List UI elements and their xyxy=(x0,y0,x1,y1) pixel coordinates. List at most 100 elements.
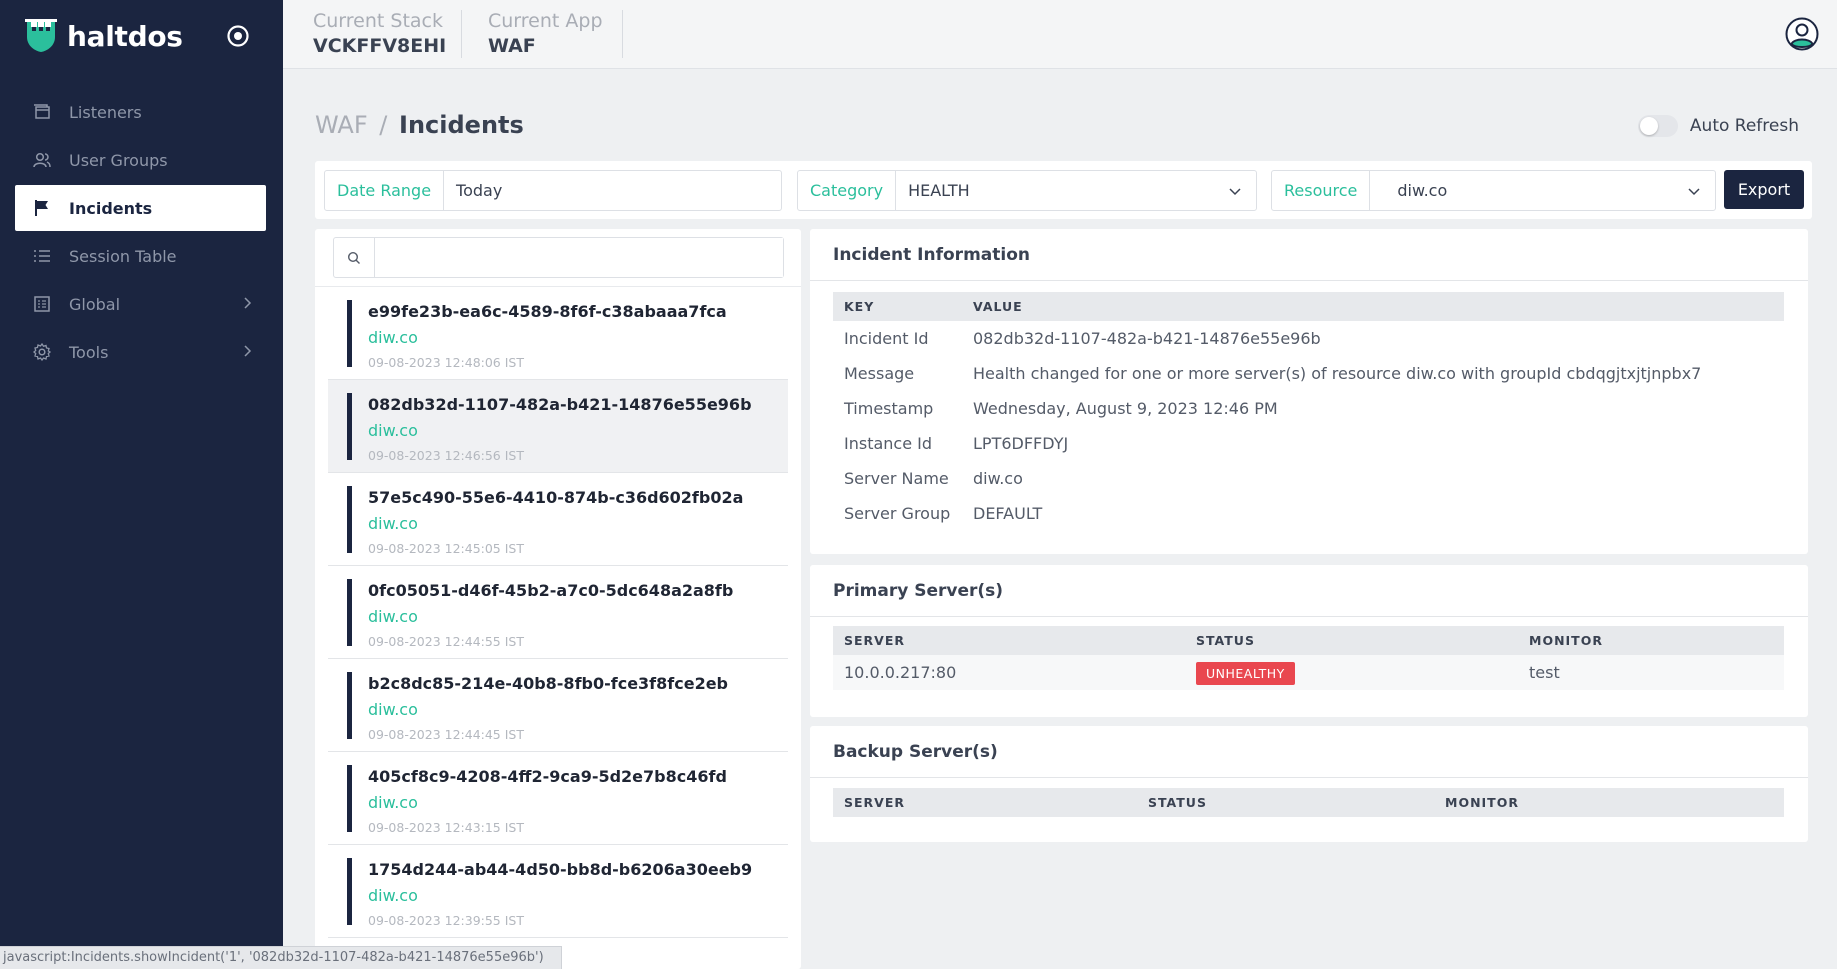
incident-marker xyxy=(347,486,352,553)
top-divider xyxy=(622,10,623,58)
incident-resource: diw.co xyxy=(368,607,418,626)
filter-bar: Date Range Today Category HEALTH Resourc… xyxy=(315,161,1812,219)
sidebar-item-tools[interactable]: Tools xyxy=(15,329,266,375)
incident-list-item[interactable]: 0fc05051-d46f-45b2-a7c0-5dc648a2a8fb diw… xyxy=(328,566,788,659)
incident-id: 0fc05051-d46f-45b2-a7c0-5dc648a2a8fb xyxy=(368,581,734,600)
incident-marker xyxy=(347,300,352,367)
search-icon xyxy=(334,238,375,277)
incident-resource: diw.co xyxy=(368,886,418,905)
status-column-header: STATUS xyxy=(1148,795,1207,810)
resource-filter[interactable]: Resource diw.co xyxy=(1271,170,1716,211)
grid-icon xyxy=(33,295,51,313)
search-input[interactable] xyxy=(375,238,783,277)
brand-name: haltdos xyxy=(67,19,183,53)
incident-timestamp: 09-08-2023 12:39:55 IST xyxy=(368,913,524,928)
users-icon xyxy=(33,151,51,169)
date-range-label: Date Range xyxy=(325,171,445,210)
backup-servers-title: Backup Server(s) xyxy=(810,726,1808,778)
category-filter[interactable]: Category HEALTH xyxy=(797,170,1257,211)
page-title: Incidents xyxy=(399,111,524,139)
primary-servers-panel: Primary Server(s) SERVER STATUS MONITOR … xyxy=(810,565,1808,717)
incident-resource: diw.co xyxy=(368,514,418,533)
incident-list-item[interactable]: 1754d244-ab44-4d50-bb8d-b6206a30eeb9 diw… xyxy=(328,845,788,938)
table-row: Server Group DEFAULT xyxy=(833,496,1784,531)
brand-logo[interactable]: haltdos xyxy=(25,18,183,54)
incident-id: 1754d244-ab44-4d50-bb8d-b6206a30eeb9 xyxy=(368,860,753,879)
incident-id: b2c8dc85-214e-40b8-8fb0-fce3f8fce2eb xyxy=(368,674,729,693)
date-range-value[interactable]: Today xyxy=(444,181,781,200)
incident-list-item[interactable]: e99fe23b-ea6c-4589-8f6f-c38abaaa7fca diw… xyxy=(328,287,788,380)
row-value: DEFAULT xyxy=(973,504,1043,523)
row-value: Wednesday, August 9, 2023 12:46 PM xyxy=(973,399,1278,418)
auto-refresh-toggle[interactable] xyxy=(1637,115,1678,137)
incident-timestamp: 09-08-2023 12:43:15 IST xyxy=(368,820,524,835)
backup-servers-panel: Backup Server(s) SERVER STATUS MONITOR xyxy=(810,726,1808,842)
monitor-name: test xyxy=(1529,663,1560,682)
row-key: Server Name xyxy=(844,469,949,488)
sidebar-nav: Listeners User Groups Incidents Session … xyxy=(15,89,266,377)
incident-list-item[interactable]: 57e5c490-55e6-4410-874b-c36d602fb02a diw… xyxy=(328,473,788,566)
sidebar-item-user-groups[interactable]: User Groups xyxy=(15,137,266,183)
auto-refresh: Auto Refresh xyxy=(1637,115,1799,137)
table-row: 10.0.0.217:80 UNHEALTHY test xyxy=(833,655,1784,690)
status-column-header: STATUS xyxy=(1196,633,1255,648)
search-box xyxy=(333,237,784,278)
incident-marker xyxy=(347,672,352,739)
user-avatar-icon[interactable] xyxy=(1785,17,1819,51)
incident-resource: diw.co xyxy=(368,793,418,812)
breadcrumb-parent[interactable]: WAF xyxy=(315,111,368,139)
export-button[interactable]: Export xyxy=(1724,170,1804,209)
sidebar-item-session-table[interactable]: Session Table xyxy=(15,233,266,279)
incident-list-item[interactable]: 082db32d-1107-482a-b421-14876e55e96b diw… xyxy=(328,380,788,473)
category-label: Category xyxy=(798,171,897,210)
current-stack-label: Current Stack xyxy=(313,10,444,32)
sidebar-item-label: Incidents xyxy=(69,198,153,218)
row-value: LPT6DFFDYJ xyxy=(973,434,1069,453)
incident-list-item[interactable]: 405cf8c9-4208-4ff2-9ca9-5d2e7b8c46fd diw… xyxy=(328,752,788,845)
current-app-value: WAF xyxy=(488,35,536,57)
incident-marker xyxy=(347,579,352,646)
sidebar-item-label: Global xyxy=(69,294,121,314)
sidebar-item-global[interactable]: Global xyxy=(15,281,266,327)
row-key: Message xyxy=(844,364,915,383)
incident-id: e99fe23b-ea6c-4589-8f6f-c38abaaa7fca xyxy=(368,302,727,321)
category-select[interactable]: HEALTH xyxy=(896,181,1228,200)
target-icon[interactable] xyxy=(226,24,250,48)
table-row: Timestamp Wednesday, August 9, 2023 12:46… xyxy=(833,391,1784,426)
chevron-right-icon xyxy=(244,345,252,357)
chevron-down-icon[interactable] xyxy=(1228,184,1242,198)
monitor-column-header: MONITOR xyxy=(1445,795,1519,810)
incident-info-table: KEY VALUE Incident Id 082db32d-1107-482a-… xyxy=(833,292,1784,531)
breadcrumb: WAF / Incidents xyxy=(315,111,524,139)
resource-select[interactable]: diw.co xyxy=(1370,181,1687,200)
table-row: Incident Id 082db32d-1107-482a-b421-14876… xyxy=(833,321,1784,356)
incident-timestamp: 09-08-2023 12:44:45 IST xyxy=(368,727,524,742)
breadcrumb-separator: / xyxy=(379,111,388,139)
chevron-down-icon[interactable] xyxy=(1687,184,1701,198)
current-app[interactable]: Current App WAF xyxy=(488,10,603,57)
row-value: Health changed for one or more server(s)… xyxy=(973,364,1702,383)
row-key: Server Group xyxy=(844,504,951,523)
value-column-header: VALUE xyxy=(973,299,1023,314)
incident-marker xyxy=(347,858,352,925)
table-row: Server Name diw.co xyxy=(833,461,1784,496)
incident-resource: diw.co xyxy=(368,700,418,719)
current-app-label: Current App xyxy=(488,10,603,32)
haltdos-logo-icon xyxy=(25,19,57,52)
date-range-filter[interactable]: Date Range Today xyxy=(324,170,782,211)
primary-servers-table: SERVER STATUS MONITOR 10.0.0.217:80 UNHE… xyxy=(833,626,1784,690)
server-column-header: SERVER xyxy=(844,633,906,648)
table-row: Message Health changed for one or more se… xyxy=(833,356,1784,391)
incident-list-item[interactable]: b2c8dc85-214e-40b8-8fb0-fce3f8fce2eb diw… xyxy=(328,659,788,752)
current-stack[interactable]: Current Stack VCKFFV8EHI xyxy=(313,10,446,57)
sidebar-item-incidents[interactable]: Incidents xyxy=(15,185,266,231)
sidebar-item-listeners[interactable]: Listeners xyxy=(15,89,266,135)
backup-servers-table: SERVER STATUS MONITOR xyxy=(833,788,1784,817)
window-icon xyxy=(33,103,51,121)
server-column-header: SERVER xyxy=(844,795,906,810)
incident-resource: diw.co xyxy=(368,421,418,440)
auto-refresh-label: Auto Refresh xyxy=(1689,116,1799,136)
incident-id: 405cf8c9-4208-4ff2-9ca9-5d2e7b8c46fd xyxy=(368,767,727,786)
current-stack-value: VCKFFV8EHI xyxy=(313,35,447,57)
status-cell: UNHEALTHY xyxy=(1196,662,1529,685)
